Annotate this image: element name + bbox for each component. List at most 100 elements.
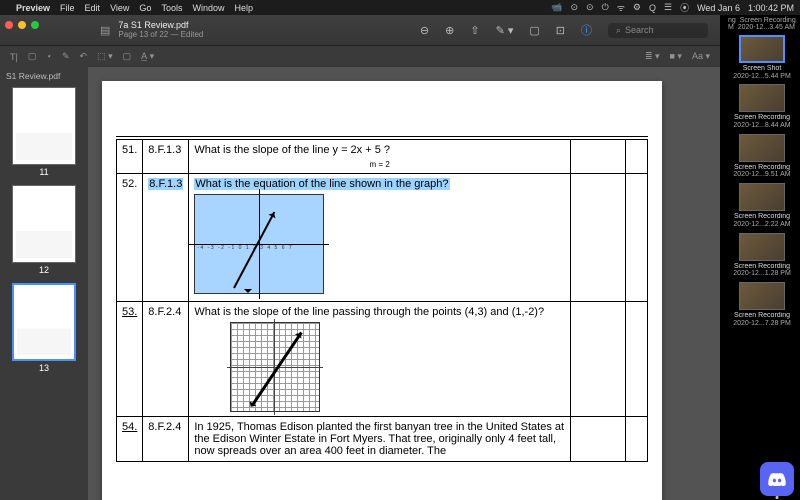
menu-tools[interactable]: Tools xyxy=(161,3,182,13)
search-placeholder: Search xyxy=(625,25,654,35)
standard-code: 8.F.1.3 xyxy=(143,140,189,174)
status-icon[interactable]: ⏻ xyxy=(602,2,609,13)
table-row: 53. 8.F.2.4 What is the slope of the lin… xyxy=(117,302,648,417)
fill-color-icon[interactable]: ■ ▾ xyxy=(670,51,682,62)
app-name[interactable]: Preview xyxy=(16,3,50,13)
share-icon[interactable]: ⇧ xyxy=(470,24,479,37)
siri-icon[interactable]: ⦿ xyxy=(680,1,689,14)
file-label-cut: M 2020-12...3.45 AM xyxy=(726,24,798,31)
page-thumbnail-selected[interactable] xyxy=(12,283,76,361)
thumbnail-sidebar[interactable]: S1 Review.pdf 11 12 13 xyxy=(0,67,88,500)
page-thumbnail[interactable] xyxy=(12,185,76,263)
control-icon[interactable]: ☰ xyxy=(664,2,672,13)
question-text: What is the slope of the line passing th… xyxy=(194,306,565,318)
wifi-icon[interactable]: ᯤ xyxy=(617,1,625,14)
page-thumbnail[interactable] xyxy=(12,87,76,165)
macos-menubar: Preview File Edit View Go Tools Window H… xyxy=(0,0,800,15)
sign-tool-icon[interactable]: A̲ ▾ xyxy=(141,51,154,62)
search-field[interactable]: ⌕ Search xyxy=(608,23,708,38)
answer-note: m = 2 xyxy=(194,160,565,169)
desktop-file-label: Screen Shot2020-12...5.44 PM xyxy=(726,65,798,80)
question-cell: What is the slope of the line y = 2x + 5… xyxy=(189,140,571,174)
desktop-file-label: Screen Recording2020-12...7.28 PM xyxy=(726,312,798,327)
desktop-file-label: Screen Recording2020-12...1.28 PM xyxy=(726,263,798,278)
coordinate-graph-highlighted: -4 -3 -2 -1 0 1 2 3 4 5 6 7 xyxy=(194,194,324,294)
menu-file[interactable]: File xyxy=(60,3,75,13)
question-number: 54. xyxy=(117,417,143,462)
menu-window[interactable]: Window xyxy=(192,3,224,13)
desktop-file-thumbnail[interactable] xyxy=(739,134,785,162)
standard-code: 8.F.2.4 xyxy=(143,302,189,417)
question-text-highlighted: What is the equation of the line shown i… xyxy=(194,178,449,190)
question-cell: What is the equation of the line shown i… xyxy=(189,174,571,302)
status-icon[interactable]: ⊙ xyxy=(586,2,594,13)
menu-go[interactable]: Go xyxy=(139,3,151,13)
highlight-icon[interactable]: ⊡ xyxy=(556,24,565,37)
close-window-button[interactable] xyxy=(5,21,13,29)
question-number: 51. xyxy=(117,140,143,174)
discord-icon xyxy=(768,472,786,486)
page-number-label: 11 xyxy=(0,167,88,177)
coordinate-graph xyxy=(230,322,320,412)
question-text: In 1925, Thomas Edison planted the first… xyxy=(194,421,565,457)
spotlight-icon[interactable]: Q xyxy=(649,3,656,13)
question-number: 52. xyxy=(117,174,143,302)
plotted-line xyxy=(251,332,302,406)
markup-toolbar: T| ▢ ⋆ ✎ ↶ ⬚ ▾ ▢ A̲ ▾ ≣ ▾ ■ ▾ Aa ▾ xyxy=(0,45,720,67)
font-style-icon[interactable]: Aa ▾ xyxy=(692,51,710,62)
desktop-file-label: Screen Recording2020-12...9.51 AM xyxy=(726,164,798,179)
menubar-time[interactable]: 1:00:42 PM xyxy=(748,3,794,13)
markup-icon[interactable]: ✎ ▾ xyxy=(496,24,514,37)
text-box-icon[interactable]: ▢ xyxy=(123,51,132,62)
window-titlebar: ▤ 7a S1 Review.pdf Page 13 of 22 — Edite… xyxy=(0,15,720,45)
shapes-tool-icon[interactable]: ⬚ ▾ xyxy=(97,51,113,62)
text-tool-icon[interactable]: T| xyxy=(10,52,18,62)
standard-code: 8.F.1.3 xyxy=(143,174,189,302)
magic-tool-icon[interactable]: ⋆ xyxy=(46,51,52,62)
minimize-window-button[interactable] xyxy=(18,21,26,29)
table-row: 51. 8.F.1.3 What is the slope of the lin… xyxy=(117,140,648,174)
draw-tool-icon[interactable]: ✎ xyxy=(62,51,70,62)
desktop-file-thumbnail[interactable] xyxy=(739,183,785,211)
zoom-out-icon[interactable]: ⊖ xyxy=(420,24,429,37)
file-label-cut: ng Screen Recording xyxy=(726,17,798,24)
maximize-window-button[interactable] xyxy=(31,21,39,29)
sidebar-title: S1 Review.pdf xyxy=(0,67,88,83)
menu-view[interactable]: View xyxy=(110,3,129,13)
desktop-file-thumbnail[interactable] xyxy=(739,84,785,112)
preview-window: ▤ 7a S1 Review.pdf Page 13 of 22 — Edite… xyxy=(0,15,720,500)
worksheet-table: 51. 8.F.1.3 What is the slope of the lin… xyxy=(116,139,648,462)
table-row: 52. 8.F.1.3 What is the equation of the … xyxy=(117,174,648,302)
desktop-files-strip: ng Screen Recording M 2020-12...3.45 AM … xyxy=(724,15,800,500)
select-tool-icon[interactable]: ▢ xyxy=(28,51,37,62)
rotate-icon[interactable]: ▢ xyxy=(529,24,539,37)
pdf-page: 51. 8.F.1.3 What is the slope of the lin… xyxy=(102,81,662,500)
document-subtitle: Page 13 of 22 — Edited xyxy=(118,31,203,40)
question-cell: What is the slope of the line passing th… xyxy=(189,302,571,417)
control-center-icon[interactable]: 📹 xyxy=(551,2,562,13)
status-icon[interactable]: ⚙ xyxy=(633,2,641,13)
page-number-label: 13 xyxy=(0,363,88,373)
menu-edit[interactable]: Edit xyxy=(85,3,101,13)
menu-help[interactable]: Help xyxy=(234,3,253,13)
sidebar-toggle-icon[interactable]: ▤ xyxy=(100,24,110,37)
status-icon[interactable]: ⊙ xyxy=(570,2,578,13)
desktop-file-label: Screen Recording2020-12...2.22 AM xyxy=(726,213,798,228)
menubar-date[interactable]: Wed Jan 6 xyxy=(697,3,740,13)
info-icon[interactable]: ⓘ xyxy=(581,22,592,38)
desktop-file-thumbnail[interactable] xyxy=(739,35,785,63)
zoom-in-icon[interactable]: ⊕ xyxy=(445,24,454,37)
undo-icon[interactable]: ↶ xyxy=(80,51,88,62)
line-style-icon[interactable]: ≣ ▾ xyxy=(645,51,660,62)
question-number: 53. xyxy=(117,302,143,417)
dock-app-discord[interactable] xyxy=(760,462,794,496)
desktop-file-label: Screen Recording2020-12...8.44 AM xyxy=(726,114,798,129)
document-viewport[interactable]: 51. 8.F.1.3 What is the slope of the lin… xyxy=(88,67,720,500)
standard-code: 8.F.2.4 xyxy=(143,417,189,462)
desktop-file-thumbnail[interactable] xyxy=(739,282,785,310)
desktop-file-thumbnail[interactable] xyxy=(739,233,785,261)
window-traffic-lights xyxy=(5,21,39,29)
question-cell: In 1925, Thomas Edison planted the first… xyxy=(189,417,571,462)
page-number-label: 12 xyxy=(0,265,88,275)
search-icon: ⌕ xyxy=(616,25,621,36)
